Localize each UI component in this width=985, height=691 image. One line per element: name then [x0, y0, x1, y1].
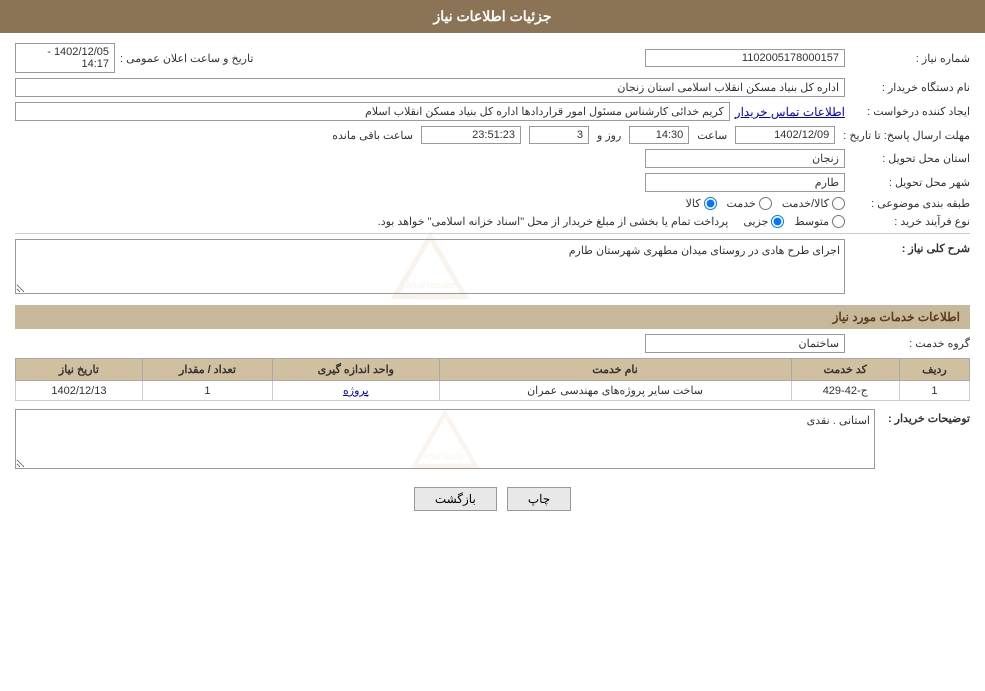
shomare-niaz-label: شماره نیاز :: [850, 52, 970, 65]
row-ostan: استان محل تحویل : زنجان: [15, 149, 970, 168]
radio-kala-khedmat-input[interactable]: [832, 197, 845, 210]
radio-kala-label: کالا: [686, 197, 701, 210]
print-button[interactable]: چاپ: [507, 487, 571, 511]
table-cell: 1402/12/13: [16, 381, 143, 401]
radio-motevaset: متوسط: [794, 215, 845, 228]
col-name: نام خدمت: [439, 359, 791, 381]
radio-jozi: جزیی: [743, 215, 784, 228]
ostan-label: استان محل تحویل :: [850, 152, 970, 165]
buyer-desc-container: استانی . نقدی AnaRender: [15, 409, 875, 472]
mohlat-saat: 14:30: [629, 126, 689, 144]
table-cell: 1: [899, 381, 969, 401]
roz-label: روز و: [597, 129, 621, 142]
col-radif: ردیف: [899, 359, 969, 381]
table-row: 1ج-42-429ساخت سایر پروژه‌های مهندسی عمرا…: [16, 381, 970, 401]
row-buyer-desc: توضیحات خریدار : استانی . نقدی AnaRender: [15, 409, 970, 472]
ostan-value: زنجان: [645, 149, 845, 168]
mohlat-roz: 3: [529, 126, 589, 144]
nam-dastgah-value: اداره کل بنیاد مسکن انقلاب اسلامی استان …: [15, 78, 845, 97]
row-shahr: شهر محل تحویل : طارم: [15, 173, 970, 192]
shahr-value: طارم: [645, 173, 845, 192]
col-tarikh: تاریخ نیاز: [16, 359, 143, 381]
tarikh-value: 1402/12/05 - 14:17: [15, 43, 115, 73]
row-gerohe: گروه خدمت : ساختمان: [15, 334, 970, 353]
radio-khedmat: خدمت: [727, 197, 772, 210]
divider1: [15, 233, 970, 234]
buyer-desc-value: استانی . نقدی: [807, 414, 870, 427]
ijad-konande-value: کریم خدائی کارشناس مسئول امور قراردادها …: [15, 102, 730, 121]
btn-row: چاپ بازگشت: [15, 487, 970, 511]
row-nam-dastgah: نام دستگاه خریدار : اداره کل بنیاد مسکن …: [15, 78, 970, 97]
radio-jozi-label: جزیی: [743, 215, 768, 228]
row-mohlat: مهلت ارسال پاسخ: تا تاریخ : 1402/12/09 س…: [15, 126, 970, 144]
farayand-radio-group: متوسط جزیی: [743, 215, 845, 228]
radio-khedmat-label: خدمت: [727, 197, 756, 210]
page-header: جزئیات اطلاعات نیاز: [0, 0, 985, 33]
mohlat-date: 1402/12/09: [735, 126, 835, 144]
buyer-desc-textarea[interactable]: [15, 409, 875, 469]
table-body: 1ج-42-429ساخت سایر پروژه‌های مهندسی عمرا…: [16, 381, 970, 401]
row-noe-farayand: نوع فرآیند خرید : متوسط جزیی پرداخت تمام…: [15, 215, 970, 228]
table-cell: پروژه: [273, 381, 439, 401]
buyer-desc-label: توضیحات خریدار :: [880, 409, 970, 425]
sharh-value: اجرای طرح هادی در روستای میدان مطهری شهر…: [569, 244, 840, 257]
mohlat-remaining: 23:51:23: [421, 126, 521, 144]
table-header-row: ردیف کد خدمت نام خدمت واحد اندازه گیری ت…: [16, 359, 970, 381]
col-tedad: تعداد / مقدار: [142, 359, 272, 381]
services-table-wrapper: ردیف کد خدمت نام خدمت واحد اندازه گیری ت…: [15, 358, 970, 401]
tarikh-label: تاریخ و ساعت اعلان عمومی :: [120, 52, 253, 65]
radio-kala-khedmat: کالا/خدمت: [782, 197, 845, 210]
sharh-container: AnaRender اجرای طرح هادی در روستای میدان…: [15, 239, 845, 297]
table-cell: ج-42-429: [791, 381, 899, 401]
ijad-konande-label: ایجاد کننده درخواست :: [850, 105, 970, 118]
radio-kala-input[interactable]: [704, 197, 717, 210]
tabaqe-radio-group: کالا/خدمت خدمت کالا: [686, 197, 845, 210]
noe-farayand-label: نوع فرآیند خرید :: [850, 215, 970, 228]
row-shomare-tarikh: شماره نیاز : 1102005178000157 تاریخ و سا…: [15, 43, 970, 73]
services-section-title: اطلاعات خدمات مورد نیاز: [15, 305, 970, 329]
nam-dastgah-label: نام دستگاه خریدار :: [850, 81, 970, 94]
services-table: ردیف کد خدمت نام خدمت واحد اندازه گیری ت…: [15, 358, 970, 401]
saat-label: ساعت: [697, 129, 727, 142]
col-vahed: واحد اندازه گیری: [273, 359, 439, 381]
table-cell: 1: [142, 381, 272, 401]
row-tabaqe: طبقه بندی موضوعی : کالا/خدمت خدمت کالا: [15, 197, 970, 210]
contact-link[interactable]: اطلاعات تماس خریدار: [735, 105, 845, 119]
page-wrapper: جزئیات اطلاعات نیاز شماره نیاز : 1102005…: [0, 0, 985, 691]
col-kod: کد خدمت: [791, 359, 899, 381]
shomare-niaz-value: 1102005178000157: [645, 49, 845, 67]
table-cell: ساخت سایر پروژه‌های مهندسی عمران: [439, 381, 791, 401]
farayand-note: پرداخت تمام یا بخشی از مبلغ خریدار از مح…: [378, 215, 729, 228]
radio-jozi-input[interactable]: [771, 215, 784, 228]
back-button[interactable]: بازگشت: [414, 487, 497, 511]
gerohe-value: ساختمان: [645, 334, 845, 353]
header-title: جزئیات اطلاعات نیاز: [433, 8, 551, 24]
gerohe-label: گروه خدمت :: [850, 337, 970, 350]
sharh-label: شرح کلی نیاز :: [850, 239, 970, 255]
row-sharh: شرح کلی نیاز : AnaRender اجرای طرح هادی …: [15, 239, 970, 297]
shahr-label: شهر محل تحویل :: [850, 176, 970, 189]
radio-kala-khedmat-label: کالا/خدمت: [782, 197, 829, 210]
remaining-label: ساعت باقی مانده: [332, 129, 413, 142]
radio-khedmat-input[interactable]: [759, 197, 772, 210]
mohlat-label: مهلت ارسال پاسخ: تا تاریخ :: [843, 129, 970, 142]
row-ijad-konande: ایجاد کننده درخواست : اطلاعات تماس خریدا…: [15, 102, 970, 121]
tabaqe-label: طبقه بندی موضوعی :: [850, 197, 970, 210]
radio-motevaset-input[interactable]: [832, 215, 845, 228]
radio-motevaset-label: متوسط: [794, 215, 829, 228]
main-content: شماره نیاز : 1102005178000157 تاریخ و سا…: [0, 33, 985, 531]
radio-kala: کالا: [686, 197, 717, 210]
